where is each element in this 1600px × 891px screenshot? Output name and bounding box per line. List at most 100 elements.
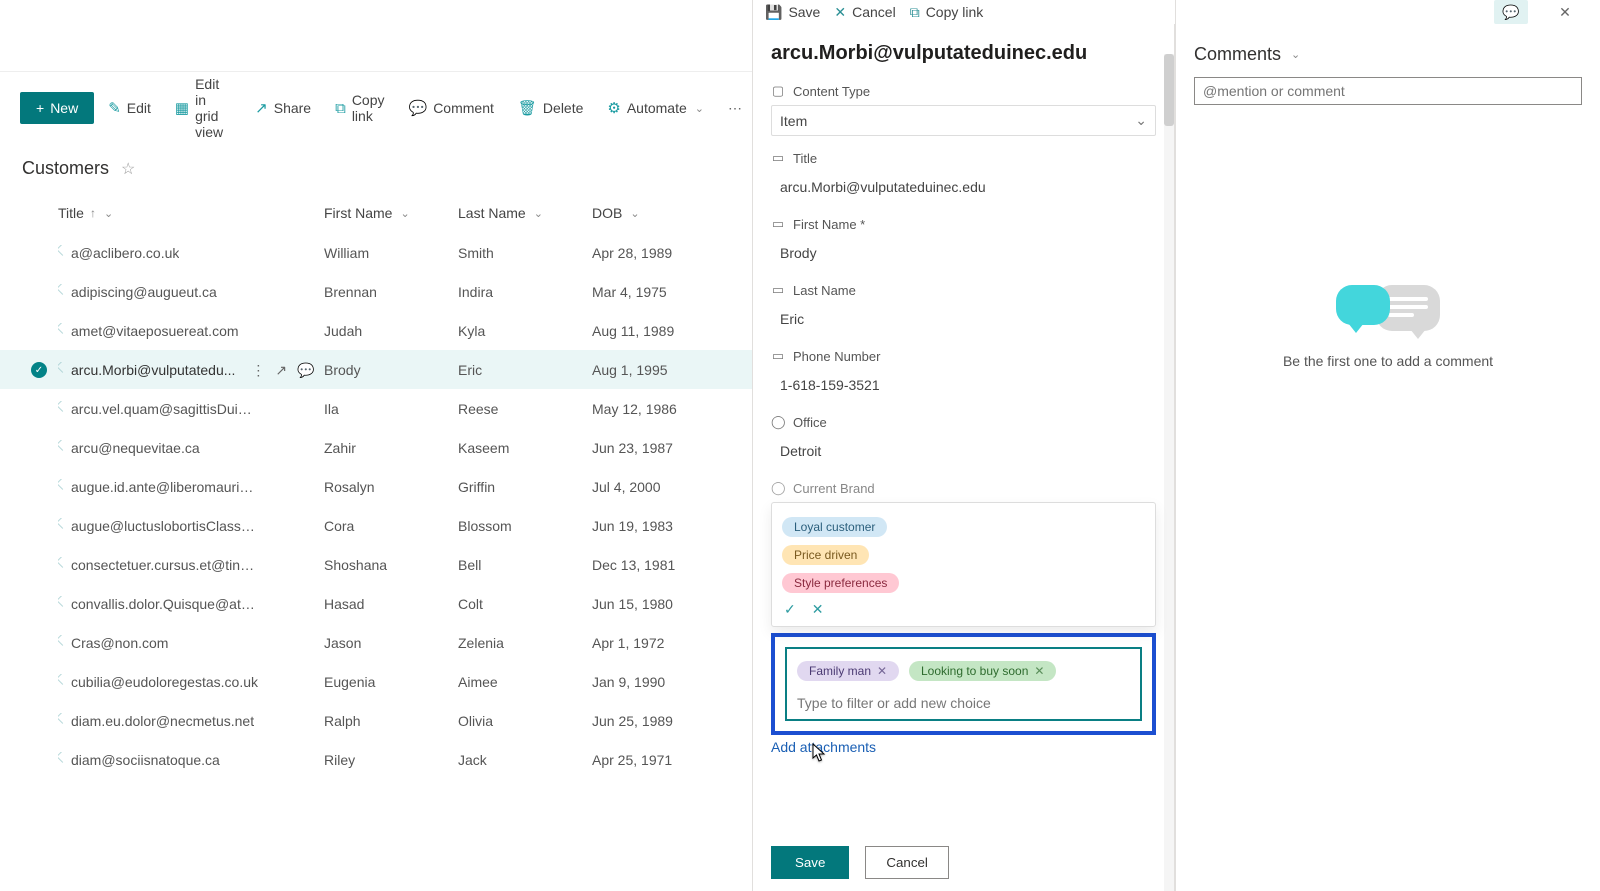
choice-option-loyal[interactable]: Loyal customer xyxy=(782,517,887,537)
table-row[interactable]: diam@sociisnatoque.caRileyJackApr 25, 19… xyxy=(0,740,752,779)
row-last-name: Bell xyxy=(458,557,592,573)
row-title[interactable]: amet@vitaeposuereat.com xyxy=(58,323,239,339)
col-header-last[interactable]: Last Name⌄ xyxy=(458,205,543,221)
comment-input[interactable] xyxy=(1194,77,1582,105)
favorite-icon[interactable]: ☆ xyxy=(121,159,135,179)
row-title[interactable]: convallis.dolor.Quisque@at.co.uk xyxy=(58,596,258,612)
dismiss-icon[interactable]: ✕ xyxy=(812,601,824,618)
row-first-name: Ralph xyxy=(324,713,458,729)
tags-input[interactable]: Family man✕ Looking to buy soon ✕ xyxy=(785,647,1142,721)
scrollbar-track[interactable] xyxy=(1164,54,1174,891)
share-button[interactable]: ↗Share xyxy=(245,93,321,123)
row-first-name: Hasad xyxy=(324,596,458,612)
close-icon: ✕ xyxy=(834,4,846,21)
confirm-icon[interactable]: ✓ xyxy=(784,601,796,618)
table-row[interactable]: convallis.dolor.Quisque@at.co.ukHasadCol… xyxy=(0,584,752,623)
scrollbar-thumb[interactable] xyxy=(1164,54,1174,126)
detail-save-label: Save xyxy=(788,4,820,20)
comments-pane: 💬 ✕ Comments ⌄ Be the first one to add a… xyxy=(1175,0,1600,891)
table-row[interactable]: ✓arcu.Morbi@vulputatedu...⋮↗💬BrodyEricAu… xyxy=(0,350,752,389)
comment-button[interactable]: 💬 Comment xyxy=(399,93,504,123)
link-icon: ⧉ xyxy=(910,4,920,21)
row-title[interactable]: consectetuer.cursus.et@tinciduntDonec.co… xyxy=(58,557,258,573)
row-title[interactable]: cubilia@eudoloregestas.co.uk xyxy=(58,674,258,690)
delete-button[interactable]: 🗑Delete xyxy=(508,93,594,123)
more-button[interactable]: ⋯ xyxy=(718,94,752,123)
table-row[interactable]: diam.eu.dolor@necmetus.netRalphOliviaJun… xyxy=(0,701,752,740)
row-title[interactable]: a@aclibero.co.uk xyxy=(58,245,179,261)
form-button-row: Save Cancel xyxy=(771,846,949,879)
content-type-select[interactable]: Item⌄ xyxy=(771,105,1156,136)
comments-toolbar: 💬 ✕ xyxy=(1194,0,1582,24)
detail-copylink-label: Copy link xyxy=(926,4,984,20)
share-icon[interactable]: ↗ xyxy=(275,362,287,379)
col-header-dob-label: DOB xyxy=(592,205,622,221)
close-pane-button[interactable]: ✕ xyxy=(1548,0,1582,24)
text-icon: ▭ xyxy=(771,348,785,364)
tag-looking-label: Looking to buy soon xyxy=(921,664,1028,678)
table-row[interactable]: consectetuer.cursus.et@tinciduntDonec.co… xyxy=(0,545,752,584)
detail-save-button[interactable]: 💾 Save xyxy=(765,4,820,21)
edit-label: Edit xyxy=(127,100,151,116)
remove-tag-icon[interactable]: ✕ xyxy=(877,664,887,678)
comment-label: Comment xyxy=(433,100,494,116)
title-input[interactable]: arcu.Morbi@vulputateduinec.edu xyxy=(771,172,1156,202)
row-dob: Jul 4, 2000 xyxy=(592,479,732,495)
field-content-type: ▢Content Type Item⌄ xyxy=(771,83,1156,136)
table-row[interactable]: arcu.vel.quam@sagittisDuisgravida.comIla… xyxy=(0,389,752,428)
office-input[interactable]: Detroit xyxy=(771,436,1156,466)
detail-copylink-button[interactable]: ⧉ Copy link xyxy=(910,4,984,21)
add-attachments-link[interactable]: Add attachments xyxy=(771,739,1156,755)
comments-empty-text: Be the first one to add a comment xyxy=(1194,353,1582,369)
remove-tag-icon[interactable]: ✕ xyxy=(1034,664,1044,678)
row-title[interactable]: diam@sociisnatoque.ca xyxy=(58,752,220,768)
sort-asc-icon: ↑ xyxy=(90,206,96,220)
row-title[interactable]: Cras@non.com xyxy=(58,635,168,651)
row-select[interactable]: ✓ xyxy=(20,362,58,378)
row-title[interactable]: arcu@nequevitae.ca xyxy=(58,440,200,456)
table-row[interactable]: arcu@nequevitae.caZahirKaseemJun 23, 198… xyxy=(0,428,752,467)
save-icon: 💾 xyxy=(765,4,782,21)
row-dob: May 12, 1986 xyxy=(592,401,732,417)
table-row[interactable]: Cras@non.comJasonZeleniaApr 1, 1972 xyxy=(0,623,752,662)
table-row[interactable]: a@aclibero.co.ukWilliamSmithApr 28, 1989 xyxy=(0,233,752,272)
choice-option-style[interactable]: Style preferences xyxy=(782,573,899,593)
row-title[interactable]: arcu.Morbi@vulputatedu... xyxy=(58,362,235,378)
row-title[interactable]: augue.id.ante@liberomaurisaliquam.co.uk xyxy=(58,479,258,495)
tag-looking-to-buy[interactable]: Looking to buy soon ✕ xyxy=(909,661,1056,681)
table-row[interactable]: amet@vitaeposuereat.comJudahKylaAug 11, … xyxy=(0,311,752,350)
row-title[interactable]: adipiscing@augueut.ca xyxy=(58,284,217,300)
detail-cancel-button[interactable]: ✕Cancel xyxy=(834,4,895,21)
col-header-title[interactable]: Title↑⌄ xyxy=(58,205,113,221)
table-row[interactable]: augue@luctuslobortisClass.co.ukCoraBloss… xyxy=(0,506,752,545)
row-dob: Aug 11, 1989 xyxy=(592,323,732,339)
chevron-down-icon: ⌄ xyxy=(104,207,113,220)
choice-filter-input[interactable] xyxy=(797,695,1130,711)
table-row[interactable]: augue.id.ante@liberomaurisaliquam.co.ukR… xyxy=(0,467,752,506)
row-title[interactable]: augue@luctuslobortisClass.co.uk xyxy=(58,518,258,534)
comments-toggle-button[interactable]: 💬 xyxy=(1494,0,1528,24)
copy-link-button[interactable]: ⧉Copy link xyxy=(325,86,394,130)
row-title[interactable]: diam.eu.dolor@necmetus.net xyxy=(58,713,254,729)
form-cancel-button[interactable]: Cancel xyxy=(865,846,949,879)
choice-dropdown[interactable]: Loyal customer Price driven Style prefer… xyxy=(771,502,1156,627)
choice-option-price[interactable]: Price driven xyxy=(782,545,869,565)
edit-button[interactable]: ✎Edit xyxy=(98,93,161,123)
comments-header[interactable]: Comments ⌄ xyxy=(1194,44,1582,65)
row-last-name: Kyla xyxy=(458,323,592,339)
more-icon[interactable]: ⋮ xyxy=(251,362,265,379)
automate-button[interactable]: ⚙Automate⌄ xyxy=(597,93,714,123)
phone-input[interactable]: 1-618-159-3521 xyxy=(771,370,1156,400)
table-row[interactable]: adipiscing@augueut.caBrennanIndiraMar 4,… xyxy=(0,272,752,311)
comment-icon[interactable]: 💬 xyxy=(297,362,314,379)
col-header-first[interactable]: First Name⌄ xyxy=(324,205,410,221)
row-title[interactable]: arcu.vel.quam@sagittisDuisgravida.com xyxy=(58,401,258,417)
last-name-input[interactable]: Eric xyxy=(771,304,1156,334)
first-name-input[interactable]: Brody xyxy=(771,238,1156,268)
form-save-button[interactable]: Save xyxy=(771,846,849,879)
table-row[interactable]: cubilia@eudoloregestas.co.ukEugeniaAimee… xyxy=(0,662,752,701)
col-header-dob[interactable]: DOB⌄ xyxy=(592,205,640,221)
new-button[interactable]: + New xyxy=(20,92,94,124)
comment-icon: 💬 xyxy=(409,99,428,117)
tag-family-man[interactable]: Family man✕ xyxy=(797,661,899,681)
